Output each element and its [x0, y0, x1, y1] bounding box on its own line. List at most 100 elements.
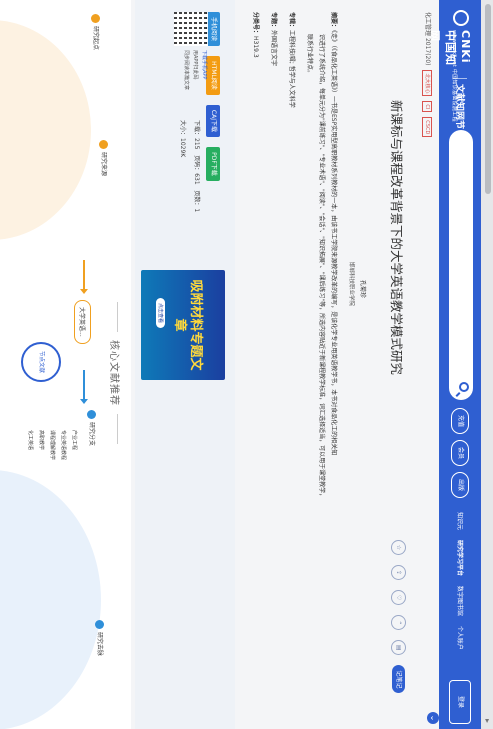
header-link-3[interactable]: 个人账户	[456, 626, 463, 650]
journal-year: 2017(20)	[424, 37, 431, 66]
topic-label: 专辑：	[288, 12, 295, 31]
print-icon[interactable]: ▤	[391, 640, 406, 656]
app-promo: 下载手机APP 用APP扫此码 同步阅读本篇文章	[181, 50, 208, 90]
branch-item-3[interactable]: 高职教学	[35, 430, 46, 460]
pages-value: 631	[193, 173, 200, 185]
node-downstream-label: 研究去脉	[96, 632, 103, 657]
journal-name[interactable]: 化工管理	[424, 12, 431, 36]
class-label: 分类号：	[252, 12, 259, 37]
source-dot-icon	[99, 140, 108, 149]
article-stats: 下载：215 页码：631 页数：1 大小：1029K	[175, 120, 203, 212]
node-current[interactable]: 节点文献	[21, 342, 61, 382]
header-link-1[interactable]: 研究学习平台	[456, 540, 463, 576]
recharge-button[interactable]: 充值	[451, 408, 469, 435]
logo-main: CNKi中国知网	[428, 30, 472, 66]
header-link-0[interactable]: 知识元	[456, 512, 463, 530]
promo-banner[interactable]: 吸附材料专题文章 点击查看	[141, 270, 225, 380]
arrow-right-icon	[83, 260, 85, 290]
abstract-line-0: 《走》（《食品化工英语》）一书是ESP实用型高职教材系列教材的一本，由该书工学院…	[330, 30, 337, 456]
subject-row: 专题：外国语言文字	[267, 12, 279, 66]
logo-mark-icon	[453, 10, 469, 26]
downloads-label: 下载：	[193, 120, 200, 139]
node-ref-article[interactable]: 大学英语...	[74, 300, 91, 344]
article-title: 新课标与课程改革背景下的大学英语教学模式研究	[389, 100, 404, 376]
note-button[interactable]: 记笔记	[392, 665, 405, 694]
subject-label: 专题：	[270, 12, 277, 31]
member-button[interactable]: 会员	[451, 440, 469, 467]
downstream-dot-icon	[95, 620, 104, 629]
pdf-download-button[interactable]: PDF下载	[206, 147, 220, 181]
page-canvas: ▸ CNKi中国知网 www.cnki.net 中国知识基础设施工程 文献知网节…	[0, 0, 493, 729]
node-downstream[interactable]: 研究去脉	[95, 620, 105, 656]
branch-item-0[interactable]: 产业工程	[68, 430, 79, 460]
branch-blob	[0, 470, 101, 729]
article-tools: ☆ ⇪ ♡ “ ▤ 记笔记	[390, 540, 409, 694]
class-value: H319.3	[252, 36, 259, 58]
section-title: 文献知网节	[454, 84, 464, 130]
mobile-read-button[interactable]: 手机阅读	[206, 12, 220, 47]
origin-blob	[0, 20, 91, 240]
header-divider	[453, 78, 467, 79]
top-scrollbar[interactable]: ▸	[481, 0, 493, 729]
node-origin[interactable]: 研究起点	[91, 14, 101, 50]
branch-items: 产业工程 专业英语教程 课程理解教学 高职教学 化工英语	[24, 430, 79, 460]
node-source-label: 研究来源	[100, 152, 107, 177]
size-value: 1029K	[179, 138, 186, 158]
site-header: CNKi中国知网 www.cnki.net 中国知识基础设施工程 文献知网节 充…	[428, 0, 481, 729]
chevron-down-icon[interactable]: ⌄	[427, 712, 439, 724]
header-link-2[interactable]: 数字图书馆	[456, 586, 463, 616]
journal-meta: 化工管理 2017(20) 北大核心 CI CSCD	[419, 12, 433, 138]
node-origin-label: 研究起点	[92, 26, 99, 51]
abstract-line-1: 识进行了系统介绍，每单元分为"课前练习"、"专业术语"、"阅读"、"会话"、"知…	[318, 34, 325, 500]
arrow-right-icon-2	[83, 370, 85, 400]
login-button[interactable]: 登录	[449, 680, 471, 724]
banner-text: 吸附材料专题文章	[172, 279, 203, 371]
tag-cscd: CSCD	[422, 117, 432, 138]
branch-item-4[interactable]: 化工英语	[24, 430, 35, 460]
node-source[interactable]: 研究来源	[99, 140, 109, 176]
institution-link[interactable]: 邯郸科技职业学院	[348, 262, 356, 306]
html-read-button[interactable]: HTML阅读	[206, 56, 220, 95]
node-branch-label: 研究分支	[88, 422, 95, 447]
download-buttons: 手机阅读 HTML阅读 CAJ下载 PDF下载	[206, 12, 227, 186]
scroll-right-icon[interactable]: ▸	[483, 719, 492, 723]
quote-icon[interactable]: “	[391, 615, 406, 631]
branch-dot-icon	[87, 410, 96, 419]
subject-value[interactable]: 外国语言文字	[270, 30, 277, 66]
cnki-logo[interactable]: CNKi中国知网 www.cnki.net 中国知识基础设施工程	[428, 10, 473, 122]
abstract-label: 摘要：	[330, 12, 337, 31]
app-title[interactable]: 下载手机APP	[199, 50, 208, 90]
author-link[interactable]: 孔菊珍	[359, 280, 368, 298]
app-line-1: 用APP扫此码	[192, 50, 198, 80]
size-label: 大小：	[179, 120, 186, 139]
node-branch[interactable]: 研究分支	[87, 410, 97, 446]
origin-dot-icon	[91, 14, 100, 23]
abstract: 摘要：《走》（《食品化工英语》）一书是ESP实用型高职教材系列教材的一本，由该书…	[303, 12, 339, 707]
favorite-icon[interactable]: ☆	[391, 540, 406, 555]
tag-ci: CI	[422, 101, 432, 113]
rec-title-line-right	[117, 414, 118, 444]
branch-item-1[interactable]: 专业英语教程	[57, 430, 68, 460]
search-input[interactable]	[449, 130, 473, 400]
follow-icon[interactable]: ♡	[391, 590, 406, 606]
caj-download-button[interactable]: CAJ下载	[206, 104, 220, 137]
class-row: 分类号：H319.3	[249, 12, 261, 58]
scrollbar-thumb[interactable]	[485, 4, 491, 194]
abstract-line-2: 联系行业特点。	[306, 34, 313, 77]
pagecount-value: 1	[193, 208, 200, 213]
share-icon[interactable]: ⇪	[391, 565, 406, 581]
recommend-title: 核心文献推荐	[108, 340, 119, 406]
header-links: 知识元 研究学习平台 数字图书馆 个人账户	[456, 512, 465, 658]
search-icon[interactable]	[459, 382, 469, 392]
publish-button[interactable]: 出版	[451, 472, 469, 499]
downloads-value: 215	[193, 138, 200, 150]
recommend-section: 核心文献推荐 研究起点 研究来源 大学英语... 节点文献 研究分支 研究去脉 …	[0, 0, 131, 729]
pagecount-label: 页数：	[193, 190, 200, 209]
banner-view-button[interactable]: 点击查看	[156, 298, 165, 329]
app-line-2: 同步阅读本篇文章	[183, 50, 189, 91]
topic-value[interactable]: 工程科技Ⅰ辑; 哲学与人文科学	[288, 30, 295, 108]
topic-row: 专辑：工程科技Ⅰ辑; 哲学与人文科学	[285, 12, 297, 108]
pages-label: 页码：	[193, 155, 200, 174]
qr-code-overlay	[174, 12, 208, 46]
branch-item-2[interactable]: 课程理解教学	[46, 430, 57, 460]
